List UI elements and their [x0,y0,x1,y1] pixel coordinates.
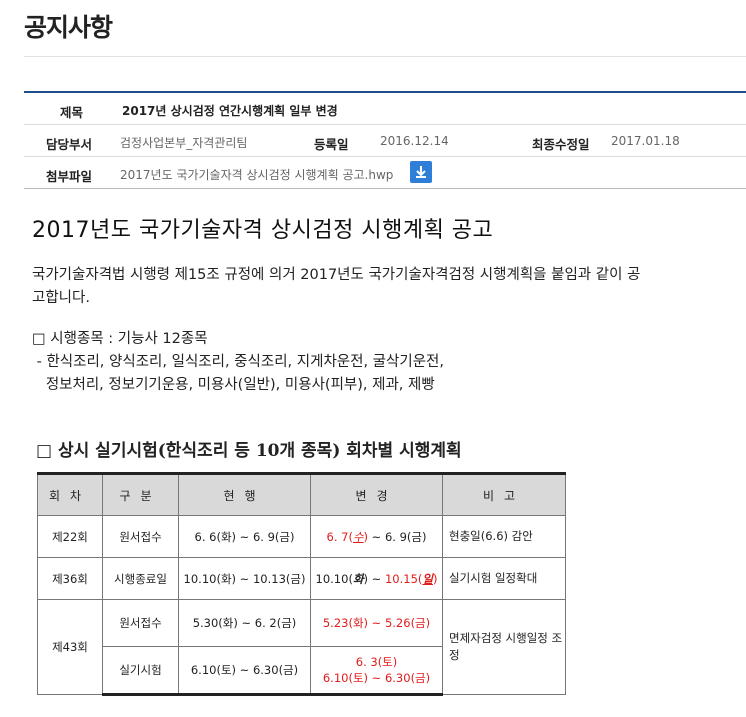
change-text: 6. 7( [326,529,353,544]
note-cell: 면제자검정 시행일정 조정 [442,599,566,695]
title-divider [24,56,746,57]
current-cell: 6.10(토) ~ 6.30(금) [178,646,311,696]
round-cell: 제36회 [37,557,103,600]
intro-line-2: 고합니다. [32,290,90,306]
change-emphasis: 일 [422,571,433,586]
attachment-row: 첨부파일 2017년도 국가기술자격 상시검정 시행계획 공고.hwp [24,157,746,189]
list-item: - 한식조리, 양식조리, 일식조리, 중식조리, 지게차운전, 굴삭기운전, [32,354,444,370]
document-title: 2017년도 국가기술자격 상시검정 시행계획 공고 [32,218,494,243]
intro-line-1: 국가기술자격법 시행령 제15조 규정에 의거 2017년도 국가기술자격검정 … [32,267,641,283]
note-cell: 현충일(6.6) 감안 [442,515,566,558]
modified-date-label: 최종수정일 [532,137,590,152]
notice-meta-table: 제목 2017년 상시검정 연간시행계획 일부 변경 담당부서 검정사업본부_자… [24,91,746,189]
section-title: □ 상시 실기시험(한식조리 등 10개 종목) 회차별 시행계획 [36,441,462,461]
header-round: 회차 [37,472,103,516]
round-cell: 제22회 [37,515,103,558]
schedule-table: 회차 구분 현행 변경 비고 제22회 원서접수 6. 6(화) ~ 6. 9(… [37,472,566,696]
change-cell: 5.23(화) ~ 5.26(금) [310,599,443,647]
change-text: ) ~ [363,571,385,586]
reg-date-label: 등록일 [314,137,349,152]
subject-value: 2017년 상시검정 연간시행계획 일부 변경 [122,104,338,118]
type-cell: 원서접수 [102,515,179,558]
dept-label: 담당부서 [46,137,93,152]
change-text: 10.15( [384,571,423,586]
page-title: 공지사항 [24,13,113,42]
header-note: 비고 [442,472,566,516]
table-row: 제43회 원서접수 5.30(화) ~ 6. 2(금) 5.23(화) ~ 5.… [37,599,566,695]
download-icon [416,166,426,178]
notice-content: 2017년도 국가기술자격 상시검정 시행계획 공고 국가기술자격법 시행령 제… [32,212,746,306]
header-change: 변경 [310,472,443,516]
change-emphasis: 화 [352,571,364,586]
change-line: 6.10(토) ~ 6.30(금) [322,671,431,685]
current-cell: 5.30(화) ~ 6. 2(금) [178,599,311,647]
list-heading: □ 시행종목 : 기능사 12종목 [32,331,208,347]
attachment-link[interactable]: 2017년도 국가기술자격 상시검정 시행계획 공고.hwp [120,166,393,183]
current-cell: 10.10(화) ~ 10.13(금) [178,557,311,600]
type-cell: 원서접수 [102,599,179,647]
note-cell: 실기시험 일정확대 [442,557,566,600]
change-line: 6. 3(토) [355,655,398,669]
table-row: 제22회 원서접수 6. 6(화) ~ 6. 9(금) 6. 7(수) ~ 6.… [37,515,566,558]
dept-value: 검정사업본부_자격관리팀 [120,136,248,150]
intro-paragraph: 국가기술자격법 시행령 제15조 규정에 의거 2017년도 국가기술자격검정 … [32,264,744,310]
change-cell: 10.10(화) ~ 10.15(일) [310,557,443,600]
reg-date-value: 2016.12.14 [380,134,449,148]
type-cell: 시행종료일 [102,557,179,600]
round-cell: 제43회 [37,599,103,695]
subject-row: 제목 2017년 상시검정 연간시행계획 일부 변경 [24,93,746,125]
download-button[interactable] [410,161,432,183]
header-type: 구분 [102,472,179,516]
change-cell: 6. 3(토) 6.10(토) ~ 6.30(금) [310,646,443,696]
current-cell: 6. 6(화) ~ 6. 9(금) [178,515,311,558]
info-row: 담당부서 검정사업본부_자격관리팀 등록일 2016.12.14 최종수정일 2… [24,125,746,157]
header-current: 현행 [178,472,311,516]
change-text: 10.10( [315,571,353,586]
list-item: 정보처리, 정보기기운용, 미용사(일반), 미용사(피부), 제과, 제빵 [32,377,435,393]
table-row: 제36회 시행종료일 10.10(화) ~ 10.13(금) 10.10(화) … [37,557,566,600]
subject-list: □ 시행종목 : 기능사 12종목 - 한식조리, 양식조리, 일식조리, 중식… [32,328,444,397]
change-text: ) [432,571,438,586]
attachment-label: 첨부파일 [46,169,93,184]
modified-date-value: 2017.01.18 [611,134,680,148]
change-text: ~ 6. 9(금) [368,529,427,544]
change-cell: 6. 7(수) ~ 6. 9(금) [310,515,443,558]
subject-label: 제목 [60,105,84,120]
change-emphasis: 수 [352,529,364,544]
type-cell: 실기시험 [102,646,179,696]
